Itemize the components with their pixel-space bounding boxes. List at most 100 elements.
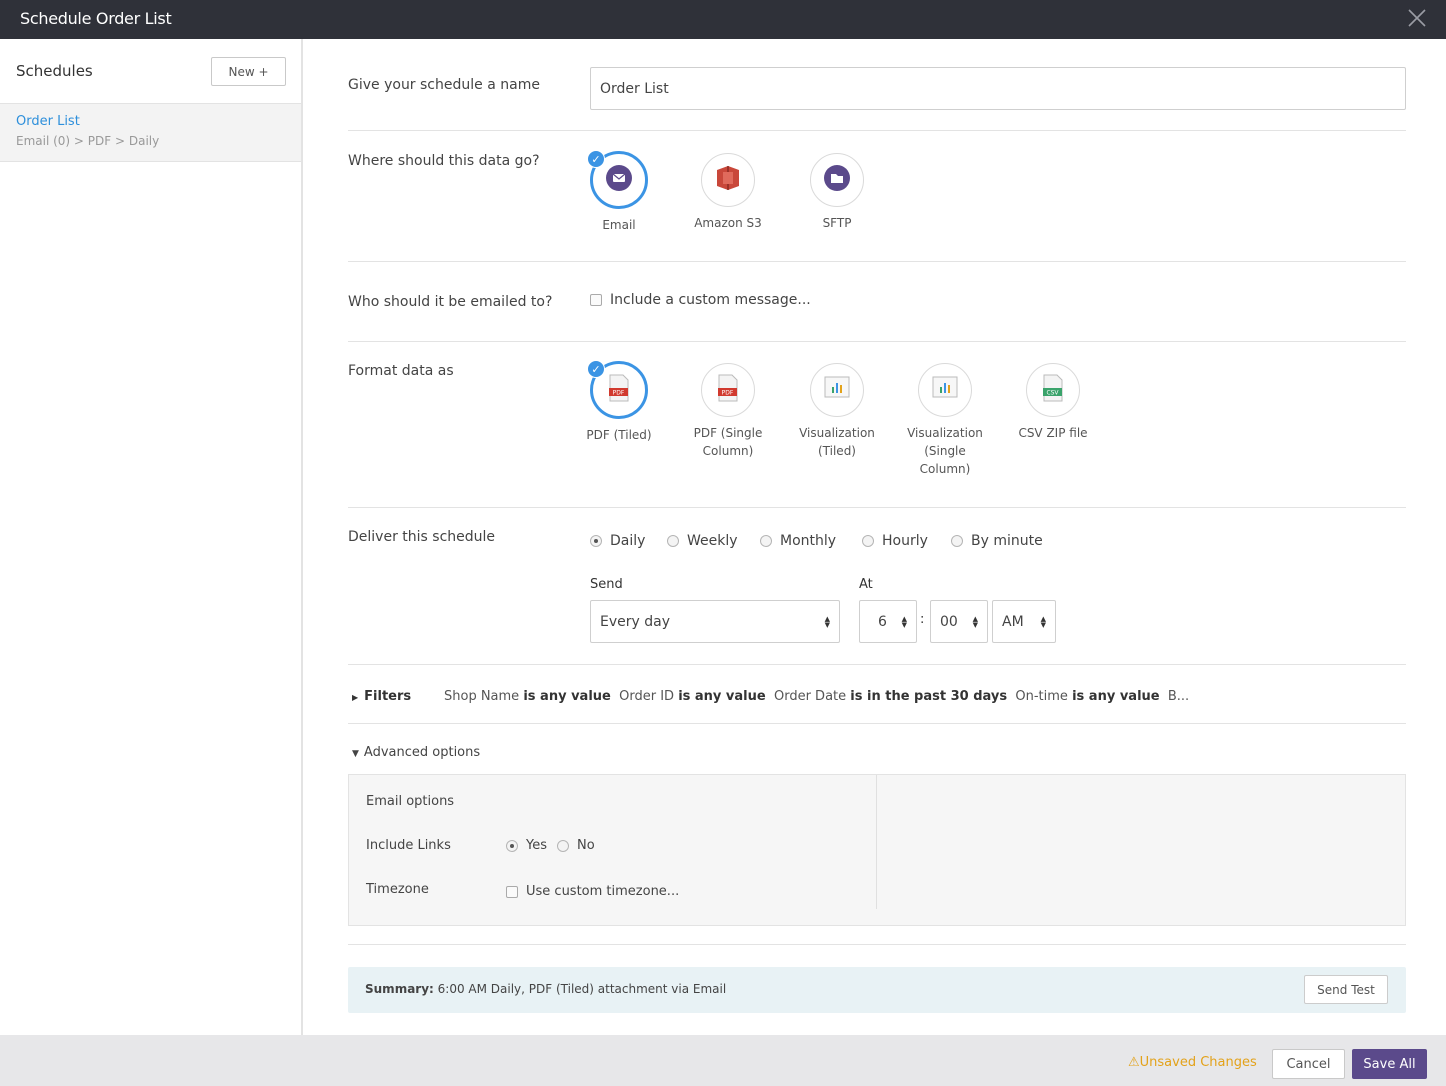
time-separator: : [920,612,925,627]
destination-sftp[interactable]: SFTP [787,153,887,232]
select-arrows-icon: ▲ ▼ [901,615,907,629]
schedule-name-input[interactable] [590,67,1406,110]
sidebar-title: Schedules [16,62,93,80]
radio-no[interactable] [557,839,569,852]
filters-toggle[interactable]: ▶ Filters [352,689,411,704]
svg-text:PDF: PDF [722,390,734,397]
ampm-select[interactable]: AM ▲ ▼ [992,600,1056,643]
radio-by-minute[interactable] [951,535,963,547]
amazon-s3-icon [714,163,742,197]
schedule-name-label: Give your schedule a name [348,77,540,93]
pdf-icon: PDF [716,374,740,406]
visualization-icon [932,376,958,404]
frequency-by-minute[interactable]: By minute [951,533,1043,549]
custom-message-option[interactable]: Include a custom message... [590,292,811,308]
schedule-breadcrumb: Email (0) > PDF > Daily [16,134,160,148]
send-test-button[interactable]: Send Test [1304,975,1388,1004]
schedule-form: Give your schedule a name Where should t… [305,39,1446,1035]
divider [348,507,1406,508]
email-icon [605,164,633,196]
format-label-pdf-tiled: PDF (Tiled) [586,428,652,442]
radio-hourly[interactable] [862,535,874,547]
include-links-label: Include Links [366,838,451,853]
filters-summary: Shop Name is any value Order ID is any v… [444,689,1190,704]
unsaved-changes-indicator: ⚠Unsaved Changes [1128,1055,1257,1070]
visualization-icon [824,376,850,404]
svg-text:PDF: PDF [613,390,625,397]
destination-label-email: Email [602,218,636,232]
divider [348,261,1406,262]
panel-divider [876,775,877,909]
custom-message-text: Include a custom message... [610,292,811,308]
format-pdf-single-column[interactable]: PDF PDF (Single Column) [678,363,778,460]
minute-select[interactable]: 00 ▲ ▼ [930,600,988,643]
selected-check-icon: ✓ [587,360,605,378]
send-select[interactable]: Every day ▲ ▼ [590,600,840,643]
select-arrows-icon: ▲ ▼ [824,615,830,629]
schedule-summary: Summary: 6:00 AM Daily, PDF (Tiled) atta… [348,967,1406,1013]
warning-icon: ⚠ [1128,1055,1140,1070]
radio-daily[interactable] [590,535,602,547]
format-visualization-single-column[interactable]: Visualization (Single Column) [895,363,995,478]
send-label: Send [590,577,623,592]
radio-weekly[interactable] [667,535,679,547]
divider [348,130,1406,131]
custom-timezone-checkbox[interactable] [506,885,518,898]
destination-label-sftp: SFTP [822,216,852,230]
summary-text: Summary: 6:00 AM Daily, PDF (Tiled) atta… [365,982,727,996]
divider [348,341,1406,342]
radio-yes[interactable] [506,839,518,852]
radio-monthly[interactable] [760,535,772,547]
sftp-icon [823,164,851,196]
sidebar-item-order-list[interactable]: Order List Email (0) > PDF > Daily [0,104,301,162]
format-visualization-tiled[interactable]: Visualization (Tiled) [787,363,887,460]
divider [348,723,1406,724]
email-options-title: Email options [366,794,455,809]
advanced-options-panel: Email options Include Links Yes No Timez… [348,774,1406,926]
format-label-csv-zip: CSV ZIP file [1018,426,1088,440]
format-label-visualization-single-column: Visualization (Single Column) [907,426,983,476]
destination-email[interactable]: ✓ Email [569,150,669,234]
csv-icon: CSV [1041,374,1065,406]
include-links-no[interactable]: No [557,838,595,853]
footer-bar: ⚠Unsaved Changes Cancel Save All [0,1035,1446,1086]
window-titlebar: Schedule Order List [0,0,1446,39]
advanced-options-toggle[interactable]: ▼ Advanced options [352,745,480,760]
new-schedule-button[interactable]: New + [211,57,286,86]
close-icon[interactable] [1406,7,1428,29]
frequency-hourly[interactable]: Hourly [862,533,928,549]
save-all-button[interactable]: Save All [1352,1049,1427,1079]
cancel-button[interactable]: Cancel [1272,1049,1345,1079]
frequency-daily[interactable]: Daily [590,533,645,549]
format-label-visualization-tiled: Visualization (Tiled) [799,426,875,458]
hour-select[interactable]: 6 ▲ ▼ [859,600,917,643]
destination-amazon-s3[interactable]: Amazon S3 [678,153,778,232]
select-arrows-icon: ▲ ▼ [972,615,978,629]
destination-label-amazon-s3: Amazon S3 [694,216,762,230]
caret-down-icon: ▼ [352,749,359,759]
format-csv-zip[interactable]: CSV CSV ZIP file [1003,363,1103,442]
frequency-weekly[interactable]: Weekly [667,533,738,549]
svg-text:CSV: CSV [1046,390,1059,397]
timezone-label: Timezone [366,882,429,897]
format-label: Format data as [348,363,454,379]
custom-message-checkbox[interactable] [590,294,602,306]
at-label: At [859,577,873,592]
format-pdf-tiled[interactable]: ✓ PDF PDF (Tiled) [569,360,669,444]
destination-label: Where should this data go? [348,153,540,169]
schedules-sidebar: Schedules New + Order List Email (0) > P… [0,39,303,1035]
divider [348,944,1406,945]
select-arrows-icon: ▲ ▼ [1040,615,1046,629]
frequency-monthly[interactable]: Monthly [760,533,836,549]
caret-right-icon: ▶ [352,693,359,702]
include-links-yes[interactable]: Yes [506,838,547,853]
selected-check-icon: ✓ [587,150,605,168]
pdf-icon: PDF [607,374,631,406]
divider [348,664,1406,665]
recipients-label: Who should it be emailed to? [348,294,553,310]
window-title: Schedule Order List [20,9,172,28]
format-label-pdf-single-column: PDF (Single Column) [693,426,763,458]
deliver-label: Deliver this schedule [348,529,496,545]
custom-timezone-option[interactable]: Use custom timezone... [506,884,679,899]
sidebar-header: Schedules New + [0,39,301,104]
